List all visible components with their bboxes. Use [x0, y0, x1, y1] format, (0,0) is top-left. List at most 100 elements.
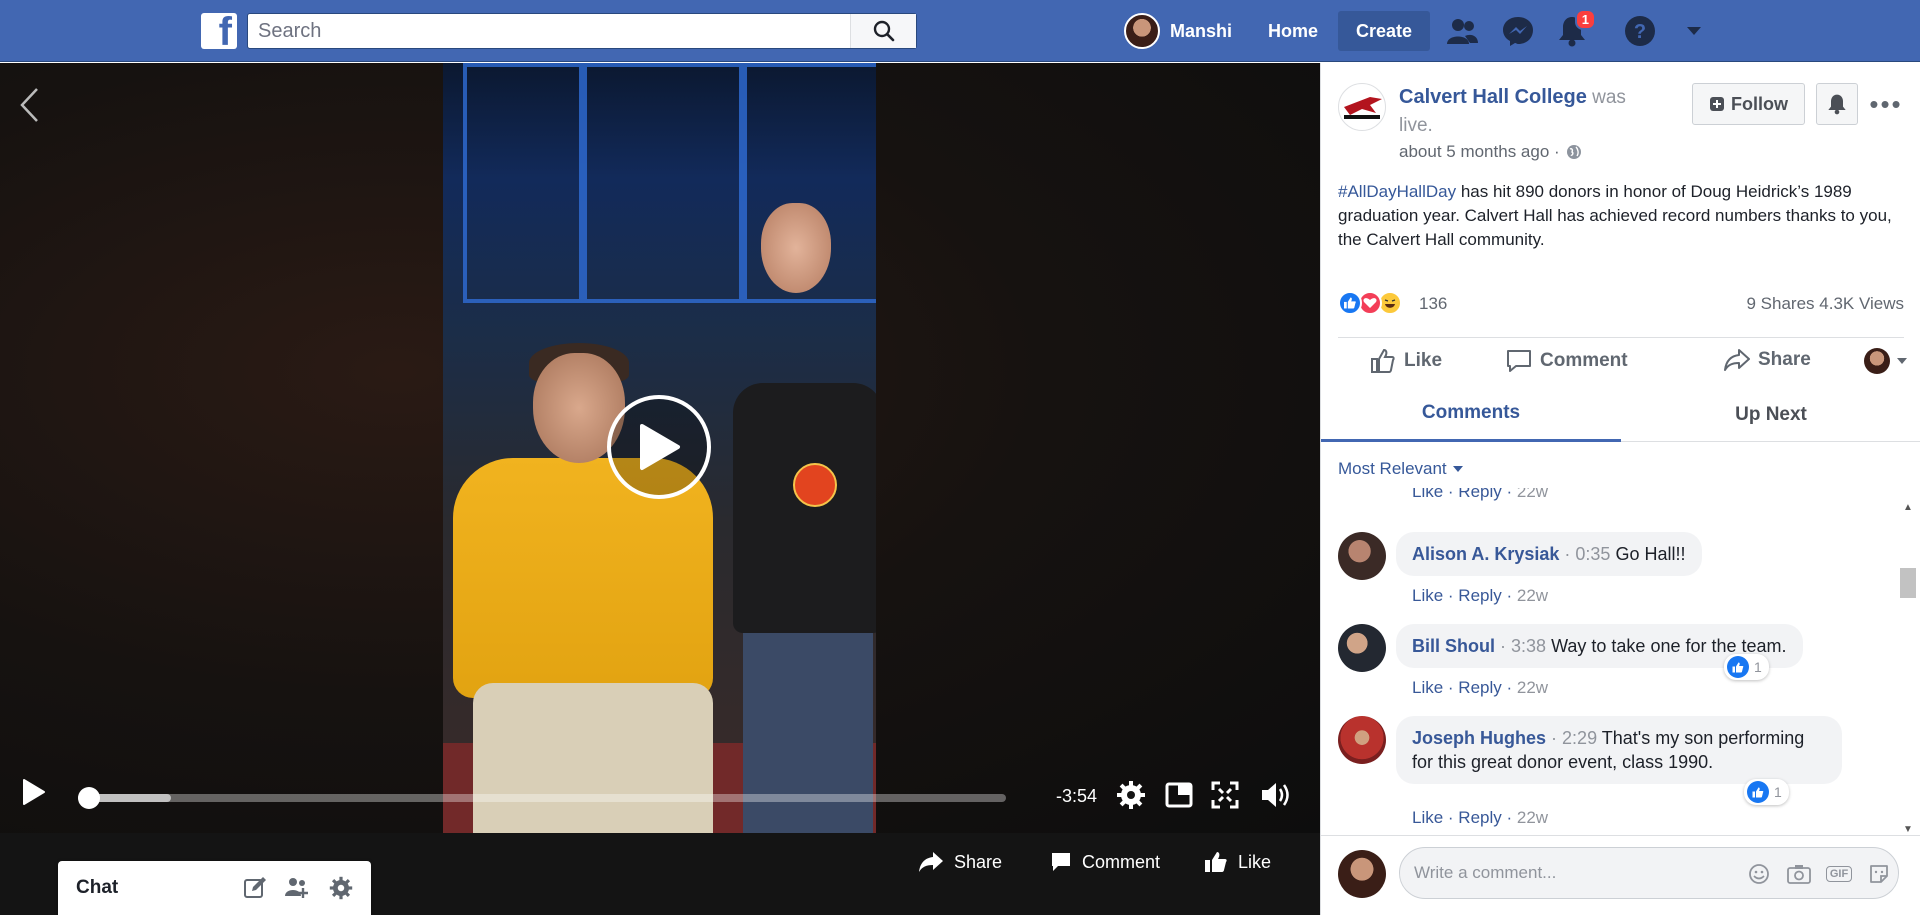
- avatar[interactable]: [1338, 716, 1386, 764]
- comment-like-link[interactable]: Like: [1412, 678, 1443, 697]
- avatar: [1864, 348, 1890, 374]
- chat-settings-gear-icon[interactable]: [328, 875, 354, 901]
- comment-sort-dropdown[interactable]: Most Relevant: [1338, 459, 1463, 479]
- comment-author[interactable]: Alison A. Krysiak: [1412, 544, 1559, 564]
- video-comment-button[interactable]: Comment: [1050, 851, 1160, 873]
- window-decor: [463, 63, 583, 303]
- account-menu-caret-icon[interactable]: [1676, 13, 1712, 49]
- comment-like-count[interactable]: 1: [1744, 779, 1789, 805]
- like-reaction-icon: [1747, 781, 1769, 803]
- chat-tab[interactable]: Chat: [58, 861, 371, 915]
- comment-video-timestamp[interactable]: · 3:38: [1500, 636, 1546, 656]
- chat-label: Chat: [76, 877, 119, 898]
- comment-author[interactable]: Bill Shoul: [1412, 636, 1495, 656]
- new-message-icon[interactable]: [242, 875, 268, 901]
- list-item: Joseph Hughes · 2:29 That's my son perfo…: [1338, 716, 1898, 828]
- chevron-down-icon: [1897, 358, 1907, 364]
- avatar[interactable]: [1338, 532, 1386, 580]
- comment-author[interactable]: Joseph Hughes: [1412, 728, 1546, 748]
- notifications-toggle-button[interactable]: [1816, 83, 1858, 125]
- comment-reply-link[interactable]: Reply: [1458, 678, 1501, 697]
- search-button[interactable]: [850, 14, 916, 48]
- comments-list: Like · Reply · 22w Alison A. Krysiak · 0…: [1321, 488, 1903, 828]
- scroll-down-arrow-icon[interactable]: ▼: [1899, 822, 1917, 836]
- calvert-hall-logo-icon: [1344, 97, 1382, 119]
- comment-like-link[interactable]: Like: [1412, 586, 1443, 605]
- notifications-bell-icon[interactable]: 1: [1554, 9, 1596, 49]
- list-item: Bill Shoul · 3:38 Way to take one for th…: [1338, 624, 1898, 704]
- hashtag-link[interactable]: #AllDayHallDay: [1338, 182, 1456, 201]
- progress-bar[interactable]: [78, 787, 1006, 809]
- search-input[interactable]: [248, 14, 848, 48]
- write-comment-row: GIF: [1321, 835, 1920, 915]
- help-icon[interactable]: ?: [1622, 13, 1658, 49]
- comment-icon: [1052, 853, 1070, 871]
- time-remaining: -3:54: [1056, 786, 1098, 806]
- comment-bubble: Alison A. Krysiak · 0:35 Go Hall!!: [1396, 532, 1702, 576]
- like-button[interactable]: Like: [1370, 348, 1442, 374]
- reactions-row: 136 9 Shares 4.3K Views: [1338, 289, 1904, 319]
- comment-like-count[interactable]: 1: [1724, 654, 1769, 680]
- page-avatar[interactable]: [1338, 83, 1386, 131]
- back-arrow-icon[interactable]: [14, 85, 44, 125]
- shares-views-count[interactable]: 9 Shares 4.3K Views: [1747, 294, 1905, 314]
- comment-video-timestamp[interactable]: · 0:35: [1564, 544, 1610, 564]
- play-button[interactable]: [22, 778, 48, 808]
- avatar: [1338, 850, 1386, 898]
- like-reaction-icon[interactable]: [1338, 291, 1362, 315]
- more-options-icon[interactable]: •••: [1866, 83, 1906, 125]
- camera-icon[interactable]: [1786, 861, 1812, 887]
- post-text: #AllDayHallDay has hit 890 donors in hon…: [1338, 182, 1892, 249]
- search-box: [247, 13, 917, 49]
- comment-reply-link[interactable]: Reply: [1458, 488, 1501, 501]
- comment-reply-link[interactable]: Reply: [1458, 808, 1501, 827]
- comment-meta: Like · Reply · 22w: [1412, 808, 1549, 827]
- page-name-link[interactable]: Calvert Hall College: [1399, 86, 1587, 108]
- avatar[interactable]: [1338, 624, 1386, 672]
- new-group-icon[interactable]: [284, 875, 310, 901]
- notification-count-badge: 1: [1574, 9, 1596, 30]
- emoji-icon[interactable]: [1746, 861, 1772, 887]
- picture-in-picture-icon[interactable]: [1164, 780, 1194, 810]
- video-player[interactable]: -3:54 Share Comment Like: [0, 63, 1320, 915]
- post-as-selector[interactable]: [1864, 348, 1908, 374]
- messenger-icon[interactable]: [1500, 13, 1536, 49]
- tab-up-next[interactable]: Up Next: [1621, 387, 1920, 442]
- tab-comments[interactable]: Comments: [1321, 387, 1621, 442]
- thumbs-up-outline-icon: [1371, 348, 1395, 373]
- post-timestamp[interactable]: about 5 months ago ·: [1399, 142, 1582, 162]
- video-like-button[interactable]: Like: [1204, 851, 1271, 873]
- fullscreen-icon[interactable]: [1210, 780, 1240, 810]
- comment-reply-link[interactable]: Reply: [1458, 586, 1501, 605]
- comment-like-link[interactable]: Like: [1412, 808, 1443, 827]
- volume-icon[interactable]: [1260, 780, 1294, 810]
- nav-home-link[interactable]: Home: [1268, 11, 1318, 51]
- scroll-up-arrow-icon[interactable]: ▲: [1899, 500, 1917, 514]
- comments-scrollbar-thumb[interactable]: [1900, 568, 1916, 598]
- play-icon: [23, 779, 45, 805]
- comment-composer: GIF: [1399, 847, 1899, 899]
- chevron-down-icon: [1452, 466, 1463, 472]
- like-reaction-icon: [1727, 656, 1749, 678]
- nav-profile[interactable]: Manshi: [1124, 11, 1232, 51]
- comment-like-link[interactable]: Like: [1412, 488, 1443, 501]
- comment-outline-icon: [1507, 350, 1531, 372]
- settings-gear-icon[interactable]: [1116, 780, 1146, 810]
- play-overlay-button[interactable]: [607, 395, 711, 499]
- gif-icon[interactable]: GIF: [1825, 861, 1853, 887]
- share-arrow-icon: [919, 852, 943, 872]
- comment-button[interactable]: Comment: [1506, 348, 1628, 374]
- comment-meta: Like · Reply · 22w: [1412, 678, 1549, 697]
- progress-scrubber-handle[interactable]: [78, 787, 100, 809]
- facebook-logo-icon[interactable]: f: [201, 13, 237, 49]
- share-button[interactable]: Share: [1724, 348, 1811, 372]
- comment-input[interactable]: [1414, 848, 1734, 898]
- friend-requests-icon[interactable]: [1444, 13, 1480, 49]
- reaction-count[interactable]: 136: [1419, 294, 1447, 314]
- top-navigation-bar: f Manshi Home Create 1 ?: [0, 0, 1920, 62]
- follow-button[interactable]: Follow: [1692, 83, 1805, 125]
- nav-create-button[interactable]: Create: [1338, 11, 1431, 51]
- video-share-button[interactable]: Share: [918, 851, 1002, 873]
- comment-video-timestamp[interactable]: · 2:29: [1551, 728, 1597, 748]
- sticker-icon[interactable]: [1866, 861, 1892, 887]
